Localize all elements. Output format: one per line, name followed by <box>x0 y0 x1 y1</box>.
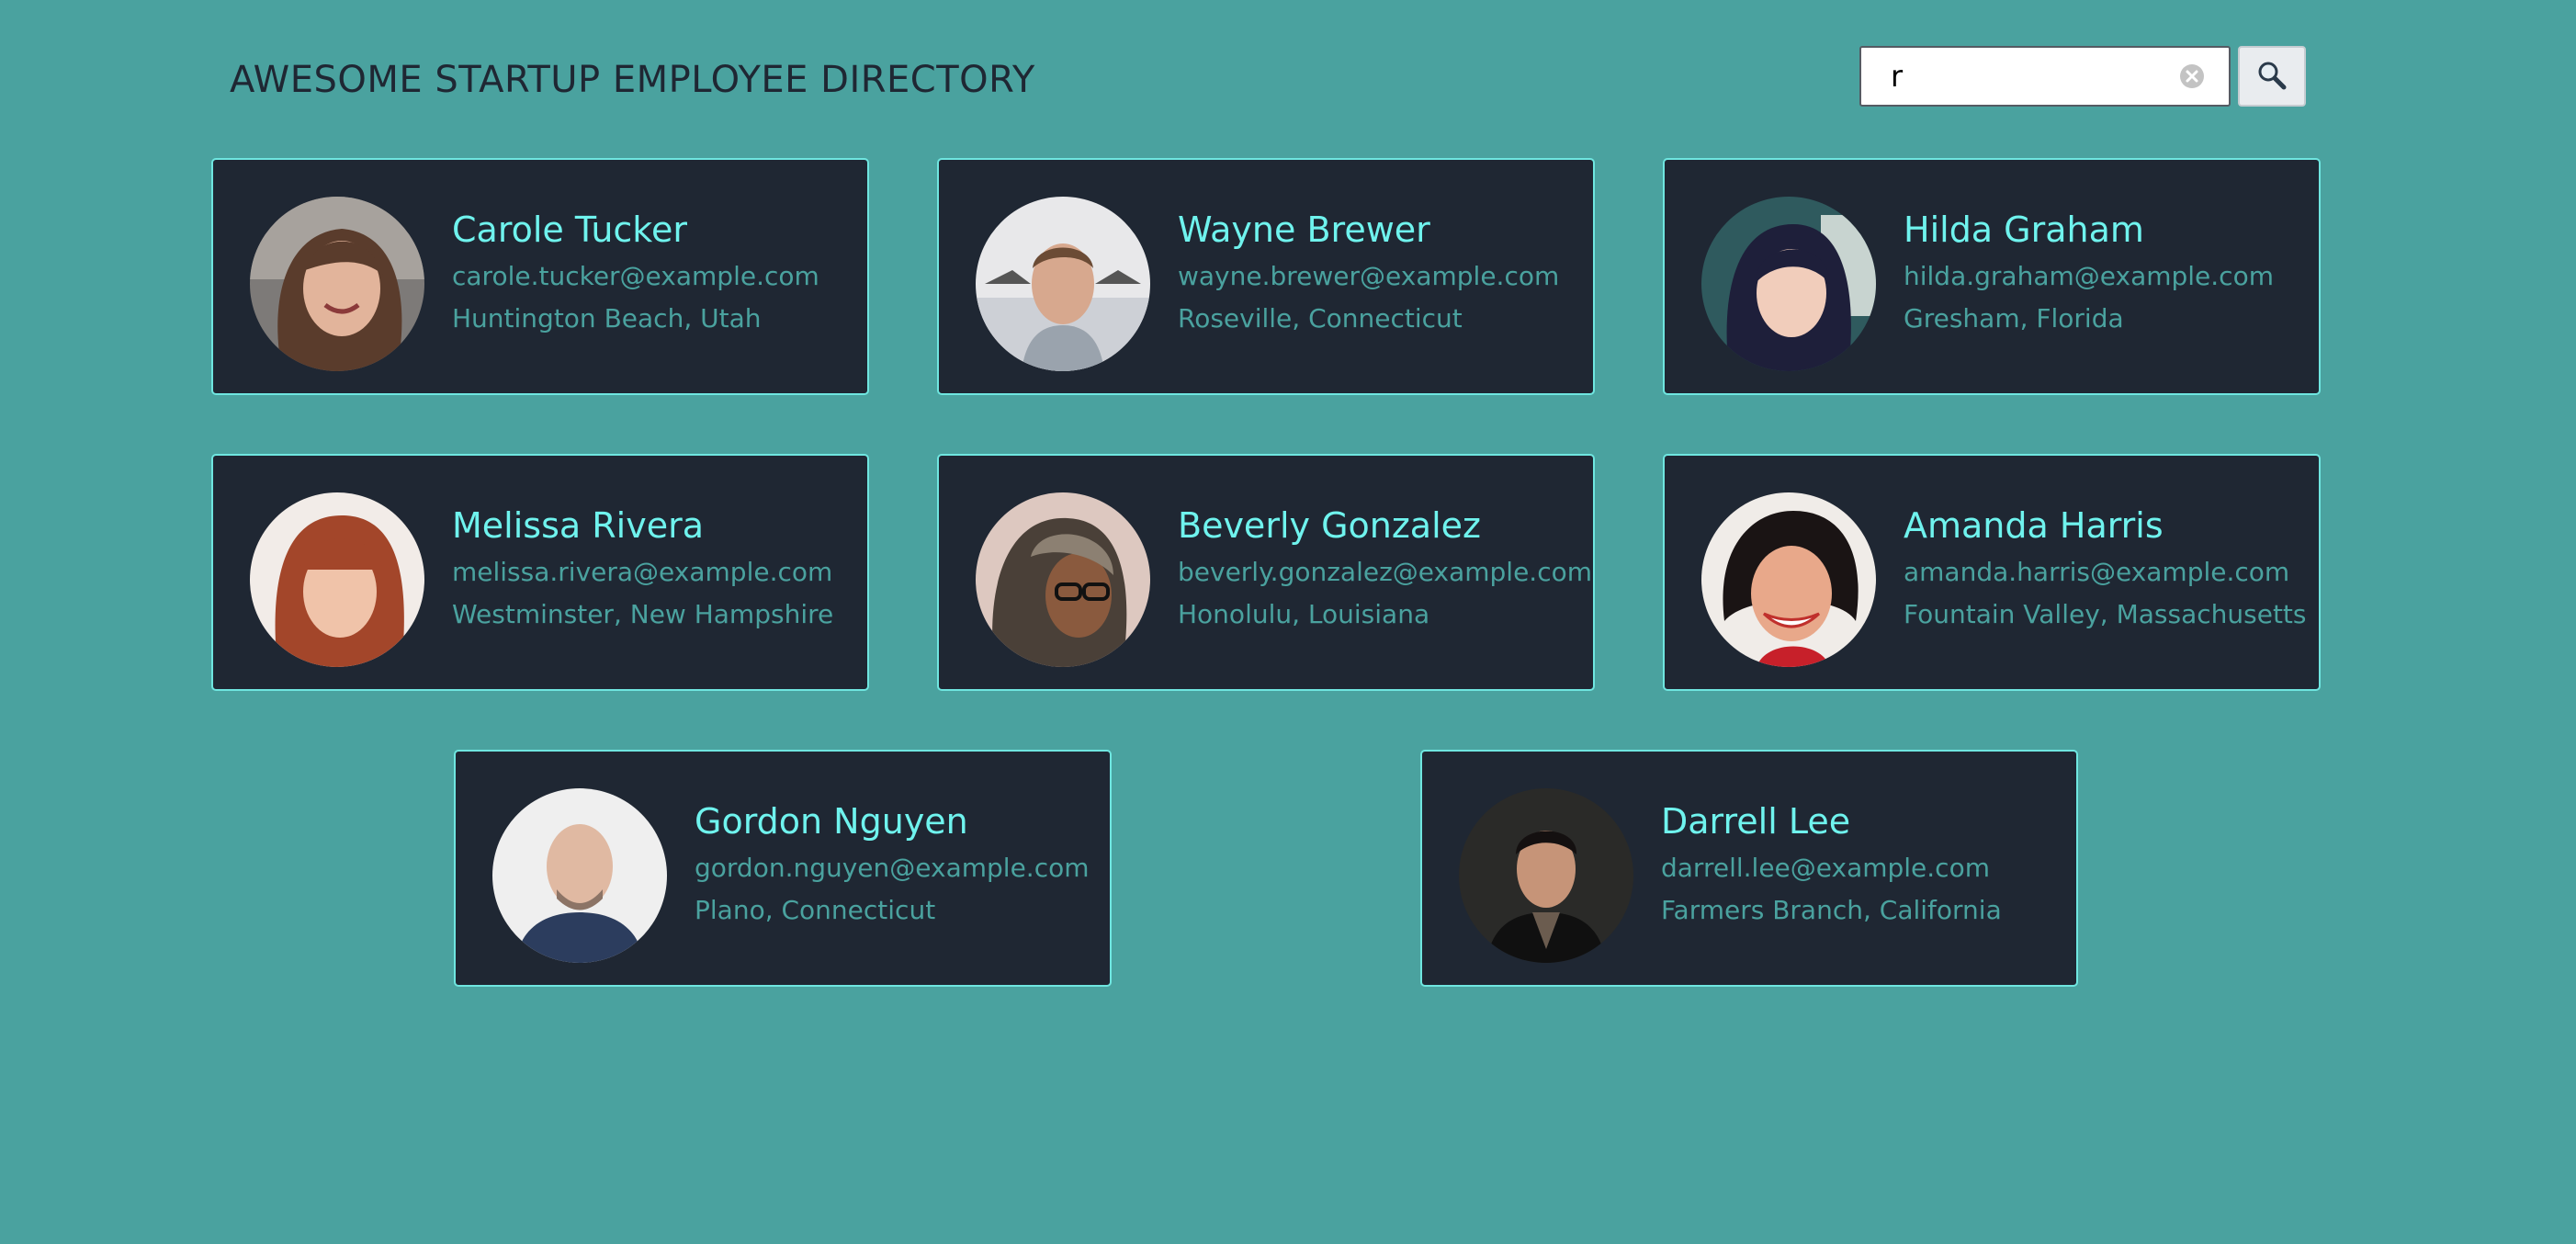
employee-email: gordon.nguyen@example.com <box>695 853 1090 883</box>
employee-card[interactable]: Carole Tucker carole.tucker@example.com … <box>211 158 869 395</box>
avatar <box>976 492 1150 667</box>
employee-email: beverly.gonzalez@example.com <box>1178 557 1592 587</box>
employee-location: Huntington Beach, Utah <box>452 303 762 334</box>
search-input[interactable] <box>1861 48 2164 105</box>
employee-email: amanda.harris@example.com <box>1904 557 2290 587</box>
employee-location: Farmers Branch, California <box>1661 895 2002 925</box>
employee-name: Hilda Graham <box>1904 209 2144 250</box>
search-button[interactable] <box>2238 46 2306 107</box>
avatar <box>250 197 424 371</box>
employee-card[interactable]: Wayne Brewer wayne.brewer@example.com Ro… <box>937 158 1595 395</box>
employee-location: Roseville, Connecticut <box>1178 303 1463 334</box>
employee-card[interactable]: Hilda Graham hilda.graham@example.com Gr… <box>1663 158 2321 395</box>
search-icon <box>2255 59 2288 95</box>
employee-location: Westminster, New Hampshire <box>452 599 834 629</box>
employee-location: Plano, Connecticut <box>695 895 936 925</box>
avatar <box>250 492 424 667</box>
employee-location: Honolulu, Louisiana <box>1178 599 1430 629</box>
search-form <box>1859 46 2306 107</box>
page-title: AWESOME STARTUP EMPLOYEE DIRECTORY <box>230 59 1035 101</box>
employee-name: Wayne Brewer <box>1178 209 1430 250</box>
employee-card[interactable]: Darrell Lee darrell.lee@example.com Farm… <box>1420 750 2078 987</box>
avatar <box>976 197 1150 371</box>
employee-card[interactable]: Amanda Harris amanda.harris@example.com … <box>1663 454 2321 691</box>
employee-card[interactable]: Beverly Gonzalez beverly.gonzalez@exampl… <box>937 454 1595 691</box>
avatar <box>1701 492 1876 667</box>
employee-email: hilda.graham@example.com <box>1904 261 2274 291</box>
avatar <box>492 788 667 963</box>
avatar <box>1701 197 1876 371</box>
employee-name: Gordon Nguyen <box>695 801 968 842</box>
employee-email: wayne.brewer@example.com <box>1178 261 1560 291</box>
employee-email: melissa.rivera@example.com <box>452 557 833 587</box>
employee-email: darrell.lee@example.com <box>1661 853 1990 883</box>
employee-name: Melissa Rivera <box>452 505 704 546</box>
avatar <box>1459 788 1633 963</box>
employee-location: Gresham, Florida <box>1904 303 2124 334</box>
search-box <box>1859 46 2231 107</box>
employee-name: Amanda Harris <box>1904 505 2164 546</box>
employee-card[interactable]: Melissa Rivera melissa.rivera@example.co… <box>211 454 869 691</box>
employee-name: Beverly Gonzalez <box>1178 505 1481 546</box>
employee-location: Fountain Valley, Massachusetts <box>1904 599 2307 629</box>
employee-card[interactable]: Gordon Nguyen gordon.nguyen@example.com … <box>454 750 1112 987</box>
employee-name: Darrell Lee <box>1661 801 1851 842</box>
clear-icon[interactable] <box>2179 63 2205 89</box>
employee-name: Carole Tucker <box>452 209 687 250</box>
employee-email: carole.tucker@example.com <box>452 261 819 291</box>
